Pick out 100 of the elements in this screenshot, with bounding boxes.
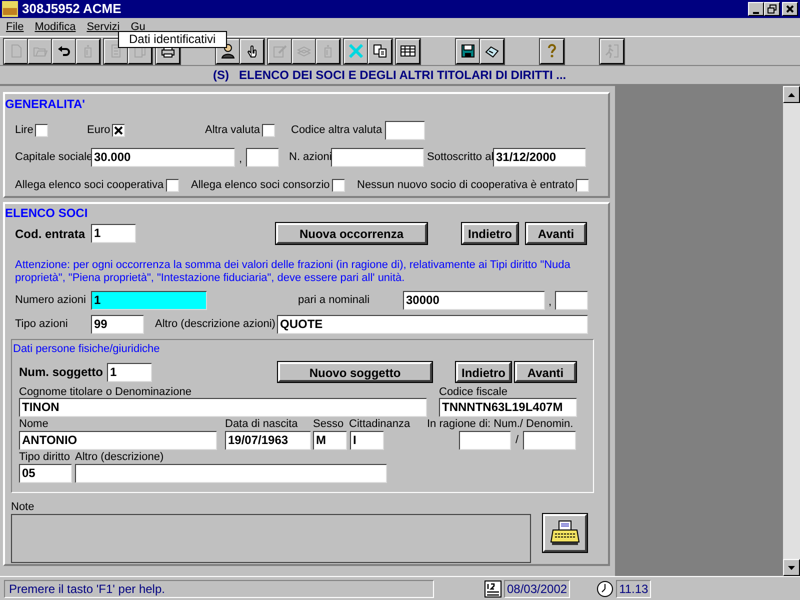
panel-title: ELENCO SOCI <box>5 206 88 220</box>
toolbar-button[interactable] <box>396 38 420 64</box>
input-field[interactable]: 19/07/1963 <box>225 430 311 450</box>
field-label: N. azioni <box>289 150 331 166</box>
input-field[interactable]: 99 <box>91 315 144 334</box>
action-button[interactable]: Avanti <box>526 223 586 244</box>
minimize-icon <box>753 12 759 14</box>
grid-icon <box>400 43 416 59</box>
minimize-button[interactable] <box>748 2 764 16</box>
input-field[interactable] <box>555 291 588 310</box>
notice-text: Attenzione: per ogni occorrenza la somma dei valori delle frazioni (in ragione di), relativamente ai Tipi diritto "Nuda proprietà", "Piena proprietà", "Intestazione fiduciaria", deve essere pari all' unità. <box>15 259 572 285</box>
scroll-down-button[interactable] <box>783 559 800 576</box>
field-label: Capitale sociale <box>15 150 91 166</box>
field-label: Altra valuta <box>205 122 260 138</box>
action-button[interactable]: Indietro <box>456 362 511 382</box>
checkbox[interactable] <box>332 178 345 192</box>
action-button[interactable]: Nuova occorrenza <box>276 223 427 244</box>
cross-icon <box>348 43 364 59</box>
note-field[interactable] <box>11 514 531 563</box>
field-label: Codice fiscale <box>439 386 508 398</box>
input-field[interactable]: QUOTE <box>277 315 588 334</box>
input-field[interactable]: TINON <box>19 398 427 417</box>
input-field[interactable] <box>331 148 424 167</box>
input-field[interactable]: 31/12/2000 <box>493 148 586 167</box>
field-label: Allega elenco soci consorzio <box>191 178 330 193</box>
menu-item[interactable]: Servizi <box>86 18 120 36</box>
field-label: Data di nascita <box>225 418 299 430</box>
section-header: (S) ELENCO DEI SOCI E DEGLI ALTRI TITOLARI DI DIRITTI ... <box>213 67 566 84</box>
typewriter-button[interactable] <box>543 514 587 552</box>
checkbox[interactable] <box>112 124 126 136</box>
field-label: Allega elenco soci cooperativa <box>15 178 164 193</box>
input-field[interactable] <box>385 120 426 140</box>
toolbar-button[interactable] <box>344 38 368 64</box>
field-label: pari a nominali <box>298 293 371 308</box>
field-label: Sottoscritto al <box>427 150 493 166</box>
field-label: Sesso <box>313 418 345 430</box>
field-label: Note <box>11 501 34 513</box>
input-field[interactable]: 05 <box>19 464 72 482</box>
input-field[interactable] <box>459 430 511 450</box>
checkbox[interactable] <box>576 178 590 192</box>
input-field[interactable]: M <box>313 430 347 450</box>
menu-item[interactable]: File <box>6 18 24 36</box>
typewriter-icon <box>549 519 581 547</box>
scroll-up-button[interactable] <box>783 86 800 103</box>
checkbox[interactable] <box>166 178 179 192</box>
status-text: Premere il tasto 'F1' per help. <box>4 580 434 598</box>
running-figure-icon <box>604 43 620 59</box>
input-field[interactable]: 1 <box>91 224 136 243</box>
field-label: Altro (descrizione azioni) <box>155 317 276 332</box>
field-label: Codice altra valuta <box>291 122 382 138</box>
field-label: Nessun nuovo socio di cooperativa è entrato <box>357 178 574 193</box>
action-button[interactable]: Nuovo soggetto <box>278 362 432 382</box>
checkbox[interactable] <box>35 124 48 136</box>
action-button[interactable]: Avanti <box>515 362 576 382</box>
checkbox[interactable] <box>262 124 276 136</box>
menu-item[interactable]: Modifica <box>34 18 76 36</box>
restore-button[interactable] <box>764 2 780 16</box>
toolbar-button[interactable] <box>480 38 504 64</box>
field-label: Tipo diritto <box>19 451 71 463</box>
input-field[interactable]: 30.000 <box>91 148 235 167</box>
status-time: 11.13 <box>616 580 652 598</box>
status-date: 08/03/2002 <box>504 580 570 598</box>
action-button[interactable]: Indietro <box>462 223 518 244</box>
panel-title: Dati persone fisiche/giuridiche <box>13 343 160 355</box>
input-field[interactable] <box>523 430 576 450</box>
down-arrow-icon <box>788 566 795 570</box>
input-field[interactable] <box>75 464 387 482</box>
toolbar-button[interactable] <box>368 38 392 64</box>
tooltip: Dati identificativi <box>118 31 227 48</box>
toolbar-button[interactable] <box>52 38 76 64</box>
toolbar-button[interactable] <box>456 38 480 64</box>
field-label: Nome <box>19 418 50 430</box>
field-label: Tipo azioni <box>15 317 69 332</box>
input-field[interactable]: 30000 <box>403 291 545 310</box>
toolbar-button[interactable] <box>540 38 564 64</box>
input-field[interactable]: I <box>350 430 384 450</box>
separator-text: , <box>238 152 244 166</box>
vertical-scrollbar[interactable] <box>783 86 800 576</box>
close-button[interactable] <box>782 2 798 16</box>
field-label: Euro <box>87 122 110 138</box>
separator-text: / <box>514 432 520 448</box>
input-field[interactable]: 1 <box>107 362 152 382</box>
restore-icon <box>766 3 778 15</box>
calendar-icon <box>484 580 502 598</box>
input-field[interactable] <box>246 148 279 167</box>
field-label: Cognome titolare o Denominazione <box>19 386 192 398</box>
separator-text: , <box>547 294 553 310</box>
panel-title: GENERALITA' <box>5 97 85 111</box>
input-field[interactable]: TNNNTN63L19L407M <box>439 398 577 417</box>
copy-icon <box>372 43 388 59</box>
field-label: Lire <box>15 122 34 138</box>
window-title: 308J5952 ACME <box>22 0 122 18</box>
clock-icon <box>596 580 614 598</box>
field-label: Cittadinanza <box>349 418 412 430</box>
field-label: Cod. entrata <box>15 226 86 242</box>
edit-icon <box>272 43 288 59</box>
input-field[interactable]: 1 <box>91 291 207 310</box>
field-label: In ragione di: Num./ Denomin. <box>427 418 574 430</box>
toolbar-button[interactable] <box>240 38 264 64</box>
input-field[interactable]: ANTONIO <box>19 430 217 450</box>
